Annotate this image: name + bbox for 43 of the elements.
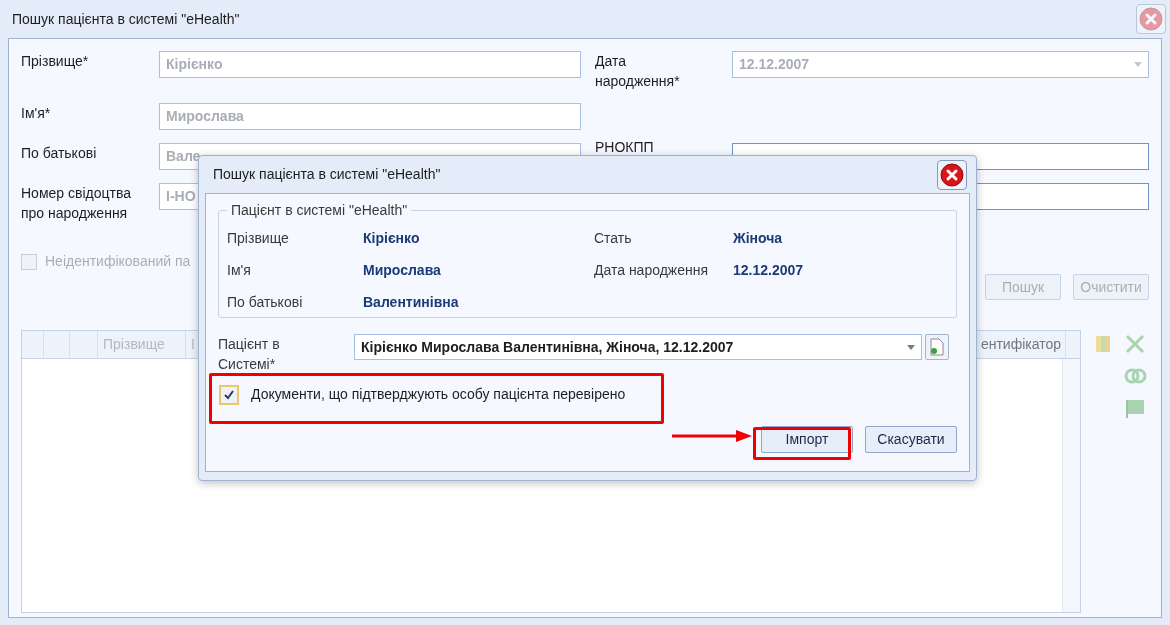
checkbox-label: Документи, що підтверджують особу пацієнта перевірено bbox=[251, 385, 626, 404]
info-value: 12.12.2007 bbox=[733, 261, 805, 280]
text-field[interactable]: Кірієнко bbox=[159, 51, 581, 78]
date-dropdown[interactable]: 12.12.2007 bbox=[732, 51, 1149, 78]
field-label: Пацієнт в Системі* bbox=[218, 335, 281, 374]
group-title: Пацієнт в системі "eHealth" bbox=[227, 201, 412, 219]
info-value: Кірієнко bbox=[363, 229, 421, 248]
dialog-button[interactable]: Скасувати bbox=[865, 426, 957, 453]
caret-icon bbox=[1134, 62, 1142, 67]
dialog-title: Пошук пацієнта в системі "eHealth" bbox=[213, 165, 441, 184]
column-header[interactable]: ентифікатор bbox=[980, 334, 1061, 355]
info-label: Стать bbox=[594, 229, 633, 248]
close-icon bbox=[940, 162, 964, 187]
search-form-button[interactable]: Пошук bbox=[985, 274, 1061, 300]
caret-icon bbox=[907, 344, 915, 350]
info-value: Валентинівна bbox=[363, 293, 460, 312]
check-icon bbox=[223, 388, 235, 401]
patient-dropdown[interactable]: Кірієнко Мирослава Валентинівна, Жіноча, 12.12.2007 bbox=[354, 334, 922, 360]
info-label: Прізвище bbox=[227, 229, 290, 248]
close-icon bbox=[1139, 7, 1163, 31]
checkbox-label: Неідентифікований па bbox=[45, 252, 191, 271]
info-value: Мирослава bbox=[363, 261, 442, 280]
scrollbar[interactable] bbox=[1062, 359, 1080, 612]
field-label: Номер свідоцтва про народження bbox=[21, 184, 132, 223]
field-label: Дата народження* bbox=[595, 52, 681, 91]
dialog-button[interactable]: Імпорт bbox=[761, 426, 853, 453]
document-icon bbox=[930, 338, 944, 356]
text-field[interactable]: Мирослава bbox=[159, 103, 581, 130]
info-label: По батькові bbox=[227, 293, 304, 312]
field-label: По батькові bbox=[21, 144, 98, 163]
info-label: Дата народження bbox=[594, 261, 710, 280]
window-title: Пошук пацієнта в системі "eHealth" bbox=[12, 9, 240, 29]
info-value: Жіноча bbox=[733, 229, 784, 248]
checkbox[interactable] bbox=[21, 253, 37, 270]
search-form-button[interactable]: Очистити bbox=[1073, 274, 1149, 300]
checkbox[interactable] bbox=[219, 384, 239, 405]
document-button[interactable] bbox=[925, 334, 949, 360]
field-label: Прізвище* bbox=[21, 52, 90, 71]
info-label: Ім'я bbox=[227, 261, 252, 280]
column-header[interactable]: Прізвище bbox=[103, 334, 165, 355]
close-button[interactable] bbox=[937, 159, 967, 190]
field-label: РНОКПП bbox=[595, 139, 655, 155]
field-label: Ім'я* bbox=[21, 104, 52, 123]
